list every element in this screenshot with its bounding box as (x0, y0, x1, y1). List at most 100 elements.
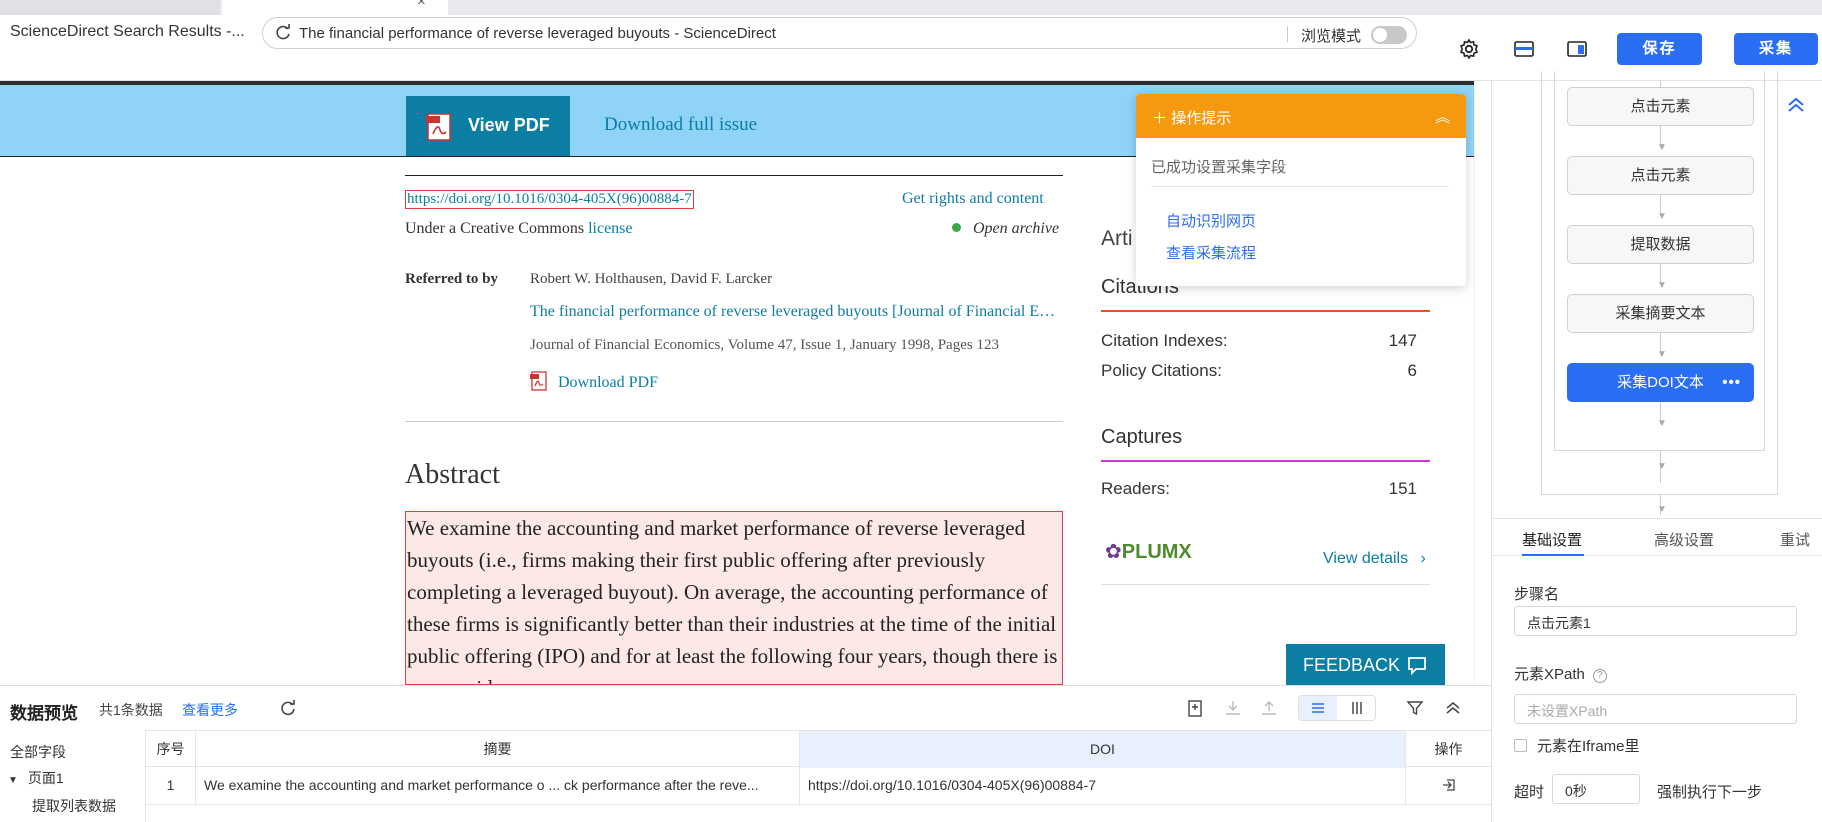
filter-icon[interactable] (1405, 698, 1425, 718)
arrow-down-icon: ▼ (1657, 418, 1667, 429)
refresh-icon[interactable] (278, 698, 298, 718)
citation-indexes-value: 147 (1388, 331, 1417, 350)
view-details-label: View details (1323, 550, 1409, 567)
chat-bubble-icon (1408, 657, 1426, 675)
help-icon[interactable]: ? (1592, 669, 1607, 683)
open-row-icon[interactable] (1441, 777, 1457, 793)
cell-doi[interactable]: https://doi.org/10.1016/0304-405X(96)008… (800, 767, 1406, 805)
doi-link[interactable]: https://doi.org/10.1016/0304-405X(96)008… (405, 190, 694, 209)
collect-button[interactable]: 采集 (1734, 33, 1818, 65)
feedback-button[interactable]: FEEDBACK (1286, 644, 1445, 685)
iframe-checkbox[interactable]: 元素在Iframe里 (1514, 735, 1640, 756)
arrow-down-icon: ▼ (1657, 142, 1667, 153)
table-row[interactable]: 1 We examine the accounting and market p… (146, 767, 1491, 805)
tree-all-fields[interactable]: 全部字段 (10, 742, 66, 762)
table-header: 序号 摘要 DOI 操作 (146, 730, 1491, 768)
address-bar[interactable]: The financial performance of reverse lev… (262, 17, 1417, 49)
step-collect-abstract[interactable]: 采集摘要文本 (1567, 294, 1754, 333)
collapse-panel-icon[interactable] (1443, 698, 1463, 718)
list-view-icon (1312, 703, 1324, 713)
abstract-text[interactable]: We examine the accounting and market per… (405, 511, 1063, 685)
layout-side-icon[interactable] (1565, 37, 1589, 61)
upload-icon[interactable] (1259, 698, 1279, 718)
settings-tabs: 基础设置 高级设置 重试 (1492, 518, 1822, 556)
step-collect-doi[interactable]: 采集DOI文本 ••• (1567, 363, 1754, 402)
pdf-icon (530, 371, 547, 391)
view-more-link[interactable]: 查看更多 (182, 700, 238, 720)
iframe-checkbox-label: 元素在Iframe里 (1537, 738, 1640, 755)
view-details-link[interactable]: View details › (1323, 550, 1426, 568)
tab-advanced-settings[interactable]: 高级设置 (1654, 529, 1714, 550)
policy-citations-row: Policy Citations: 6 (1101, 361, 1417, 381)
caret-down-icon[interactable]: ▼ (8, 775, 18, 786)
column-header-abstract[interactable]: 摘要 (196, 731, 800, 768)
column-header-doi[interactable]: DOI (800, 731, 1406, 768)
gear-icon[interactable] (1457, 37, 1481, 61)
workflow-panel: 点击元素 ▼ 点击元素 ▼ 提取数据 ▼ 采集摘要文本 ▼ 采集DOI文本 ••… (1491, 71, 1822, 822)
collapse-up-icon[interactable] (1785, 94, 1807, 116)
step-collect-doi-label: 采集DOI文本 (1617, 374, 1704, 391)
chevron-up-icon[interactable]: ︽ (1435, 106, 1450, 127)
arrow-down-icon: ▼ (1657, 504, 1667, 515)
view-workflow-link[interactable]: 查看采集流程 (1166, 242, 1256, 263)
cell-index: 1 (146, 767, 196, 805)
export-doc-icon[interactable] (1185, 698, 1205, 718)
close-tab-icon[interactable]: × (417, 0, 426, 10)
license-link[interactable]: license (588, 220, 632, 237)
step-name-label: 步骤名 (1514, 586, 1560, 603)
abstract-heading: Abstract (405, 459, 500, 490)
address-separator (1287, 26, 1288, 42)
plus-icon: ＋ (1152, 110, 1168, 127)
more-icon[interactable]: ••• (1722, 364, 1741, 401)
open-archive-label: Open archive (973, 220, 1060, 237)
auto-detect-link[interactable]: 自动识别网页 (1166, 210, 1256, 231)
step-name-input[interactable]: 点击元素1 (1514, 606, 1797, 636)
page-scrollbar[interactable]: ▲ ▼ (1474, 81, 1475, 685)
cell-abstract[interactable]: We examine the accounting and market per… (196, 767, 800, 805)
timeout-select[interactable]: 0秒 (1552, 774, 1640, 804)
download-full-issue-link[interactable]: Download full issue (604, 114, 757, 136)
ref-download-pdf-link[interactable]: Download PDF (530, 371, 658, 392)
tree-page-1[interactable]: ▼ 页面1 (8, 768, 64, 788)
tab-retry[interactable]: 重试 (1780, 529, 1810, 550)
download-icon[interactable] (1223, 698, 1243, 718)
tab-basic-settings[interactable]: 基础设置 (1522, 529, 1582, 550)
pdf-icon (426, 113, 451, 141)
popup-title-text: 操作提示 (1171, 110, 1232, 127)
arrow-down-icon: ▼ (1657, 211, 1667, 222)
browser-tab-previous[interactable] (0, 0, 220, 15)
data-preview-panel: 数据预览 共1条数据 查看更多 全部字段 ▼ 页面1 提取列表数据 序号 摘要 … (0, 685, 1491, 822)
column-view-icon[interactable] (1349, 700, 1365, 716)
view-mode-toggle[interactable] (1298, 695, 1376, 721)
reload-icon[interactable] (273, 23, 293, 43)
step-click-element-1[interactable]: 点击元素 (1567, 87, 1754, 126)
layout-bottom-icon[interactable] (1512, 37, 1536, 61)
rights-link[interactable]: Get rights and content (902, 190, 1044, 208)
arrow-down-icon: ▼ (1657, 280, 1667, 291)
ref-title-link[interactable]: The financial performance of reverse lev… (530, 303, 1056, 321)
xpath-label-text: 元素XPath (1514, 666, 1585, 683)
checkbox-icon[interactable] (1514, 739, 1527, 752)
popup-divider (1151, 186, 1449, 187)
readers-row: Readers: 151 (1101, 479, 1417, 499)
citation-indexes-label: Citation Indexes: (1101, 331, 1228, 350)
xpath-input[interactable]: 未设置XPath (1514, 694, 1797, 724)
policy-citations-label: Policy Citations: (1101, 361, 1222, 380)
plumx-wordmark: PLUMX (1121, 541, 1192, 563)
browser-tab-active[interactable]: × (222, 0, 448, 15)
address-text[interactable]: The financial performance of reverse lev… (299, 25, 776, 42)
chevron-right-icon: › (1420, 550, 1426, 567)
save-button[interactable]: 保存 (1617, 33, 1702, 65)
tree-extract-list[interactable]: 提取列表数据 (32, 796, 116, 816)
force-next-label: 强制执行下一步 (1657, 784, 1763, 801)
view-pdf-button[interactable]: View PDF (406, 96, 570, 156)
browse-mode-toggle[interactable] (1371, 26, 1407, 44)
column-header-index: 序号 (146, 731, 196, 768)
step-extract-data[interactable]: 提取数据 (1567, 225, 1754, 264)
tree-page-1-label: 页面1 (27, 770, 64, 786)
xpath-label: 元素XPath? (1514, 663, 1607, 684)
step-click-element-2[interactable]: 点击元素 (1567, 156, 1754, 195)
ref-authors: Robert W. Holthausen, David F. Larcker (530, 271, 773, 287)
captures-rule (1101, 460, 1430, 462)
ref-download-label: Download PDF (558, 374, 659, 391)
